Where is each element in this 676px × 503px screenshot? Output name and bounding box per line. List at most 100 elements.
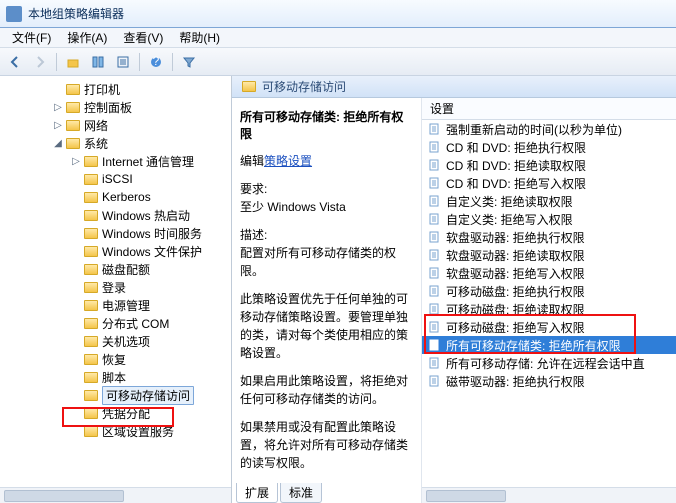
settings-row[interactable]: CD 和 DVD: 拒绝执行权限 [422, 138, 676, 156]
tree-item[interactable]: 凭据分配 [4, 404, 231, 422]
policy-icon [428, 320, 442, 334]
settings-row[interactable]: 软盘驱动器: 拒绝执行权限 [422, 228, 676, 246]
svg-text:?: ? [153, 55, 160, 68]
tree-item[interactable]: 打印机 [4, 80, 231, 98]
tree-item-label: 凭据分配 [102, 405, 154, 422]
tree-item[interactable]: 关机选项 [4, 332, 231, 350]
settings-row[interactable]: 所有可移动存储类: 拒绝所有权限 [422, 336, 676, 354]
tree-item[interactable]: 磁盘配额 [4, 260, 231, 278]
policy-icon [428, 338, 442, 352]
settings-row[interactable]: CD 和 DVD: 拒绝写入权限 [422, 174, 676, 192]
tree-item[interactable]: ▷ Internet 通信管理 [4, 152, 231, 170]
settings-row[interactable]: 强制重新启动的时间(以秒为单位) [422, 120, 676, 138]
tree-item[interactable]: Kerberos [4, 188, 231, 206]
tree-item[interactable]: 登录 [4, 278, 231, 296]
folder-icon [66, 102, 80, 113]
folder-icon [84, 318, 98, 329]
policy-icon [428, 158, 442, 172]
edit-policy-link[interactable]: 策略设置 [264, 154, 312, 168]
settings-row-label: 磁带驱动器: 拒绝执行权限 [446, 373, 585, 390]
tree-item[interactable]: 恢复 [4, 350, 231, 368]
menu-file[interactable]: 文件(F) [4, 29, 59, 46]
settings-row[interactable]: 软盘驱动器: 拒绝写入权限 [422, 264, 676, 282]
settings-row[interactable]: 可移动磁盘: 拒绝写入权限 [422, 318, 676, 336]
settings-row[interactable]: 自定义类: 拒绝写入权限 [422, 210, 676, 228]
settings-row[interactable]: 所有可移动存储: 允许在远程会话中直 [422, 354, 676, 372]
folder-icon [84, 174, 98, 185]
requirements-label: 要求: [240, 182, 267, 196]
tree-item-label: 系统 [84, 135, 112, 152]
tree-item-label: 脚本 [102, 369, 130, 386]
properties-button[interactable] [87, 51, 109, 73]
folder-icon [66, 120, 80, 131]
policy-icon [428, 140, 442, 154]
tree-item[interactable]: ▷控制面板 [4, 98, 231, 116]
folder-icon [84, 264, 98, 275]
folder-icon [242, 81, 256, 92]
expand-icon[interactable]: ◢ [52, 138, 64, 149]
settings-row[interactable]: 可移动磁盘: 拒绝读取权限 [422, 300, 676, 318]
settings-column-header[interactable]: 设置 [422, 98, 676, 120]
tree-item-label: 分布式 COM [102, 315, 173, 332]
tree-item-label: 登录 [102, 279, 130, 296]
description-pane: 所有可移动存储类: 拒绝所有权限 编辑策略设置 要求:至少 Windows Vi… [232, 98, 422, 503]
folder-icon [84, 300, 98, 311]
tree-item[interactable]: Windows 热启动 [4, 206, 231, 224]
settings-list-pane: 设置 强制重新启动的时间(以秒为单位)CD 和 DVD: 拒绝执行权限CD 和 … [422, 98, 676, 503]
settings-row-label: 强制重新启动的时间(以秒为单位) [446, 121, 622, 138]
expand-icon[interactable]: ▷ [52, 120, 64, 131]
tree-item[interactable]: 脚本 [4, 368, 231, 386]
filter-button[interactable] [178, 51, 200, 73]
tree-item[interactable]: 可移动存储访问 [4, 386, 231, 404]
description-text-2: 此策略设置优先于任何单独的可移动存储策略设置。要管理单独的类，请对每个类使用相应… [240, 290, 413, 362]
expand-icon[interactable]: ▷ [70, 156, 82, 167]
settings-row[interactable]: 软盘驱动器: 拒绝读取权限 [422, 246, 676, 264]
tree-item[interactable]: ◢ 系统 [4, 134, 231, 152]
settings-row-label: 自定义类: 拒绝读取权限 [446, 193, 573, 210]
folder-icon [84, 156, 98, 167]
tree-item-label: Windows 文件保护 [102, 243, 206, 260]
settings-row[interactable]: 磁带驱动器: 拒绝执行权限 [422, 372, 676, 390]
settings-row[interactable]: 自定义类: 拒绝读取权限 [422, 192, 676, 210]
toolbar-separator [56, 53, 57, 71]
content-header: 可移动存储访问 [232, 76, 676, 98]
folder-icon [84, 210, 98, 221]
tree-item[interactable]: 区域设置服务 [4, 422, 231, 440]
tree-item[interactable]: 电源管理 [4, 296, 231, 314]
back-button[interactable] [4, 51, 26, 73]
tree-panel[interactable]: 打印机▷控制面板▷网络◢系统▷Internet 通信管理iSCSIKerbero… [0, 76, 232, 503]
tree-horizontal-scrollbar[interactable] [0, 487, 231, 503]
help-button[interactable]: ? [145, 51, 167, 73]
tab-standard[interactable]: 标准 [280, 483, 322, 503]
content-body: 所有可移动存储类: 拒绝所有权限 编辑策略设置 要求:至少 Windows Vi… [232, 98, 676, 503]
edit-prefix: 编辑 [240, 154, 264, 168]
settings-row[interactable]: 可移动磁盘: 拒绝执行权限 [422, 282, 676, 300]
folder-icon [84, 228, 98, 239]
title-bar: 本地组策略编辑器 [0, 0, 676, 28]
expand-icon[interactable]: ▷ [52, 102, 64, 113]
settings-row[interactable]: CD 和 DVD: 拒绝读取权限 [422, 156, 676, 174]
list-button[interactable] [112, 51, 134, 73]
menu-view[interactable]: 查看(V) [115, 29, 171, 46]
tree-item[interactable]: ▷网络 [4, 116, 231, 134]
policy-icon [428, 194, 442, 208]
tree-item[interactable]: Windows 时间服务 [4, 224, 231, 242]
toolbar-separator [139, 53, 140, 71]
menu-help[interactable]: 帮助(H) [171, 29, 228, 46]
tree-item-label: Internet 通信管理 [102, 153, 198, 170]
selected-policy-title: 所有可移动存储类: 拒绝所有权限 [240, 110, 403, 141]
settings-list[interactable]: 强制重新启动的时间(以秒为单位)CD 和 DVD: 拒绝执行权限CD 和 DVD… [422, 120, 676, 503]
settings-horizontal-scrollbar[interactable] [422, 487, 676, 503]
tree-item[interactable]: iSCSI [4, 170, 231, 188]
menu-action[interactable]: 操作(A) [59, 29, 115, 46]
tree-item-label: iSCSI [102, 172, 137, 186]
tree-item[interactable]: 分布式 COM [4, 314, 231, 332]
forward-button[interactable] [29, 51, 51, 73]
tab-extended[interactable]: 扩展 [236, 483, 278, 503]
tree-item-label: 磁盘配额 [102, 261, 154, 278]
tree-item[interactable]: Windows 文件保护 [4, 242, 231, 260]
settings-row-label: 软盘驱动器: 拒绝写入权限 [446, 265, 585, 282]
up-button[interactable] [62, 51, 84, 73]
tree-item-label: Windows 热启动 [102, 207, 194, 224]
toolbar-separator [172, 53, 173, 71]
